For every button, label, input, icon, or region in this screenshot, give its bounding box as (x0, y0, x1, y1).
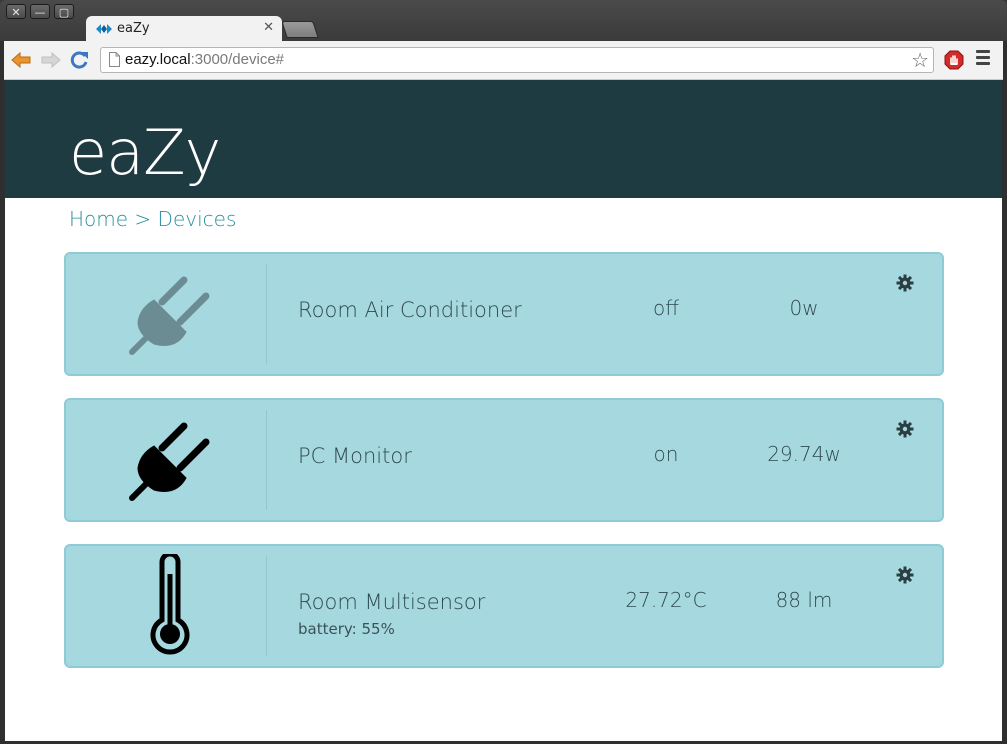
device-name: PC Monitor (298, 444, 412, 468)
device-icon-area (66, 400, 266, 520)
browser-toolbar: eazy.local:3000/device# ☆ (4, 41, 1003, 80)
minimize-window-button[interactable]: — (30, 4, 50, 19)
tab-title: eaZy (117, 21, 150, 36)
breadcrumb: Home > Devices (69, 207, 236, 231)
device-icon-area (66, 546, 266, 666)
gear-icon[interactable] (896, 566, 914, 584)
close-window-button[interactable]: ✕ (6, 4, 26, 19)
url-text: eazy.local:3000/device# (125, 51, 284, 68)
card-divider (266, 556, 267, 656)
plug-icon (129, 276, 210, 355)
forward-arrow-icon[interactable] (40, 49, 62, 71)
device-luminance: 88 lm (775, 588, 833, 612)
device-name: Room Multisensor (298, 590, 486, 614)
tab-close-icon[interactable]: ✕ (263, 20, 274, 35)
device-card-air-conditioner[interactable]: Room Air Conditioner off 0w (64, 252, 944, 376)
url-host: eazy.local (125, 51, 191, 68)
device-state: off (652, 296, 679, 320)
adblock-icon[interactable] (944, 50, 964, 70)
device-state: on (653, 442, 679, 466)
gear-icon[interactable] (896, 274, 914, 292)
device-name: Room Air Conditioner (298, 298, 522, 322)
new-tab-button[interactable] (281, 21, 319, 38)
page-icon (109, 52, 120, 67)
bookmark-star-icon[interactable]: ☆ (911, 48, 929, 72)
header-banner: eaZy (5, 80, 1002, 198)
device-battery: battery: 55% (298, 620, 395, 638)
browser-tab[interactable]: eaZy ✕ (86, 16, 282, 42)
window-controls: ✕ — ▢ (6, 4, 74, 19)
brand-logo: eaZy (69, 116, 221, 189)
eazy-favicon-icon (96, 24, 112, 34)
browser-menu-icon[interactable] (976, 50, 990, 68)
device-power-value: 0w (789, 296, 819, 320)
address-bar[interactable]: eazy.local:3000/device# ☆ (100, 47, 934, 73)
maximize-window-button[interactable]: ▢ (54, 4, 74, 19)
page-content: eaZy Home > Devices Room Air Conditioner… (5, 80, 1002, 741)
device-card-multisensor[interactable]: Room Multisensor battery: 55% 27.72°C 88… (64, 544, 944, 668)
breadcrumb-devices-link[interactable]: Devices (158, 207, 237, 231)
url-path: :3000/device# (190, 51, 284, 68)
back-arrow-icon[interactable] (10, 49, 32, 71)
device-card-pc-monitor[interactable]: PC Monitor on 29.74w (64, 398, 944, 522)
card-divider (266, 410, 267, 510)
title-bar: ✕ — ▢ eaZy ✕ (0, 0, 1007, 42)
breadcrumb-home-link[interactable]: Home (69, 207, 128, 231)
browser-window: ✕ — ▢ eaZy ✕ eazy.local:3000/device# ☆ e… (0, 0, 1007, 744)
gear-icon[interactable] (896, 420, 914, 438)
device-power-value: 29.74w (767, 442, 841, 466)
thermometer-icon (150, 554, 190, 655)
plug-icon (129, 422, 210, 501)
reload-icon[interactable] (68, 49, 90, 71)
device-icon-area (66, 254, 266, 374)
breadcrumb-separator: > (128, 207, 158, 231)
device-temperature: 27.72°C (625, 588, 707, 612)
card-divider (266, 264, 267, 364)
